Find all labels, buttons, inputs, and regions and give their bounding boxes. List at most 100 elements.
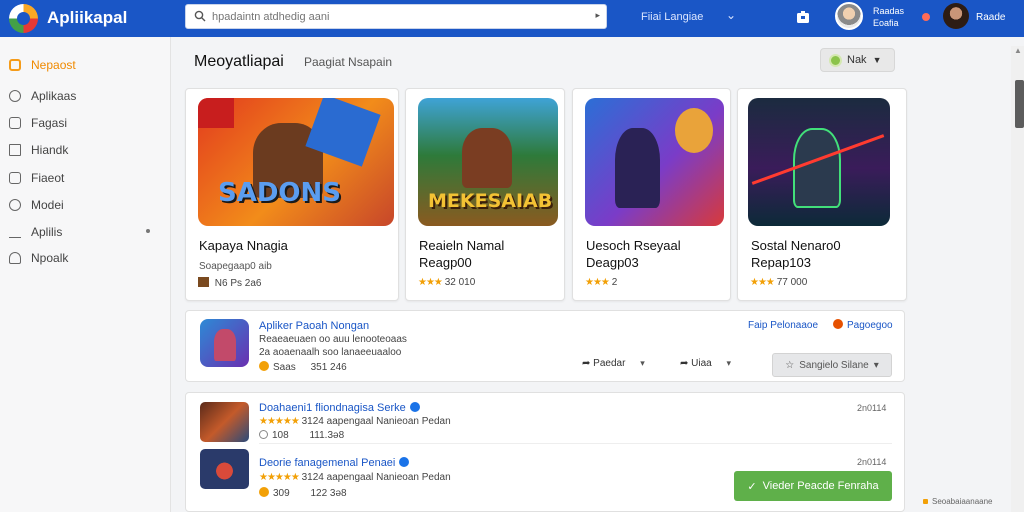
install-button[interactable]: ✓ Vieder Peacde Fenraha xyxy=(734,471,892,501)
search-icon xyxy=(9,199,21,211)
featured-app-title[interactable]: Apliker Paoah Nongan xyxy=(259,320,369,332)
star-rating-icon: ★★★★★ xyxy=(259,472,300,483)
notification-badge[interactable] xyxy=(922,13,930,21)
app-rating: ★★★ 32 010 xyxy=(418,277,475,288)
sidebar-item-category[interactable]: Nepaost xyxy=(0,54,171,76)
search-input[interactable] xyxy=(212,8,582,26)
sidebar: Nepaost Aplikaas Fagasi Hiandk Fiaeot Mo… xyxy=(0,37,171,512)
app-meta: Soapegaap0 aib xyxy=(199,261,272,272)
avatar[interactable] xyxy=(835,2,863,30)
search-box[interactable]: ▸ xyxy=(185,4,607,29)
list-app-title[interactable]: Deorie fanagemenal Penaei xyxy=(259,457,410,469)
app-title[interactable]: Sostal Nenaro0 xyxy=(751,238,841,253)
app-thumbnail[interactable] xyxy=(200,319,249,367)
search-caret-icon[interactable]: ▸ xyxy=(595,10,600,21)
category-icon xyxy=(833,319,843,329)
app-list: Doahaeni1 fliondnagisa Serke ★★★★★ 3124 … xyxy=(185,392,905,512)
app-artwork[interactable] xyxy=(748,98,890,226)
verified-icon xyxy=(409,402,420,412)
user-icon xyxy=(9,252,21,264)
sidebar-item-label: Modei xyxy=(31,198,64,212)
featured-app-desc: 2a aoaenaalh soo lanaeeuaaloo xyxy=(259,347,402,358)
install-button-label: Vieder Peacde Fenraha xyxy=(762,480,879,492)
list-app-rating: ★★★★★ 3124 aapengaal Nanieoan Pedan xyxy=(259,472,451,483)
rating-value: 2 xyxy=(611,277,618,288)
stat-a: Saas xyxy=(273,362,296,373)
app-thumbnail[interactable] xyxy=(200,402,249,442)
app-title[interactable]: Uesoch Rseyaal xyxy=(586,238,681,253)
sidebar-item-apps[interactable]: Aplikaas xyxy=(0,85,171,107)
upload-icon xyxy=(9,226,21,238)
list-app-stats: 108 111.3ə8 xyxy=(259,430,344,441)
character-figure xyxy=(793,128,841,208)
star-rating-icon: ★★★ xyxy=(750,277,775,288)
verified-icon xyxy=(399,457,410,467)
main-header: Meoyatliapai Paagiat Nsapain Nak ▼ xyxy=(171,37,1024,84)
sidebar-item-label: Npoalk xyxy=(31,251,69,265)
scrollbar-thumb[interactable] xyxy=(1015,80,1024,128)
app-logo-icon[interactable] xyxy=(9,4,38,33)
chevron-down-icon: ▼ xyxy=(872,55,882,65)
sidebar-item-games[interactable]: Fagasi xyxy=(0,112,171,134)
check-icon: ✓ xyxy=(747,480,757,493)
app-title[interactable]: Kapaya Nnagia xyxy=(199,238,288,253)
coin-icon xyxy=(259,487,269,497)
page-title: Meoyatliapai xyxy=(194,53,284,70)
stat-a: 108 xyxy=(272,430,289,441)
secondary-user-name[interactable]: Raade xyxy=(976,12,1005,23)
share-action[interactable]: ➦ Paedar ▾ xyxy=(582,358,645,369)
avatar-secondary[interactable] xyxy=(943,3,969,29)
user-name[interactable]: Raadas Eoafia xyxy=(873,5,904,29)
list-app-title-text: Doahaeni1 fliondnagisa Serke xyxy=(259,402,406,414)
save-button[interactable]: ☆ Sangielo Silane ▾ xyxy=(772,353,892,377)
package-icon[interactable] xyxy=(795,9,811,25)
app-artwork[interactable]: SADONS xyxy=(198,98,394,226)
file-icon xyxy=(9,172,21,184)
app-logo-text[interactable]: Apliikapal xyxy=(47,8,127,28)
page-subtitle: Paagiat Nsapain xyxy=(304,55,393,69)
app-artwork[interactable] xyxy=(585,98,724,226)
footnote-text: Seoabaiaanaane xyxy=(932,497,993,506)
star-rating-icon: ★★★ xyxy=(585,277,610,288)
chevron-down-icon[interactable]: ⌄ xyxy=(726,8,736,22)
character-figure xyxy=(462,128,512,188)
sidebar-item-books[interactable]: Hiandk xyxy=(0,139,171,161)
sidebar-item-label: Hiandk xyxy=(31,143,69,157)
sidebar-item-search[interactable]: Modei xyxy=(0,194,171,216)
featured-app-row[interactable]: Apliker Paoah Nongan Reaeaeuaen oo auu l… xyxy=(185,310,905,382)
chevron-down-icon: ▾ xyxy=(640,358,645,368)
user-name-line1: Raadas xyxy=(873,6,905,16)
app-subtitle: Repap103 xyxy=(751,255,811,270)
footnote-icon xyxy=(923,499,928,504)
app-thumbnail[interactable] xyxy=(200,449,249,489)
app-rating: N6 Ps 2a6 xyxy=(198,277,261,289)
forward-action[interactable]: ➦ Uiaa ▾ xyxy=(680,358,731,369)
app-card[interactable]: SADONS Kapaya Nnagia Soapegaap0 aib N6 P… xyxy=(185,88,399,301)
action-label: Uiaa xyxy=(691,358,712,369)
game-title-art: SADONS xyxy=(218,178,342,208)
app-card[interactable]: Uesoch Rseyaal Deagp03 ★★★ 2 xyxy=(572,88,731,301)
category-link[interactable]: Pagoegoo xyxy=(833,319,893,331)
featured-app-desc: Reaeaeuaen oo auu lenooteoaas xyxy=(259,334,407,345)
app-artwork[interactable]: MEKESAIAB xyxy=(418,98,558,226)
indicator-dot xyxy=(146,229,150,233)
language-selector[interactable]: Fiiai Langiae xyxy=(641,11,703,23)
app-card[interactable]: Sostal Nenaro0 Repap103 ★★★ 77 000 xyxy=(737,88,907,301)
app-title[interactable]: Reaieln Namal xyxy=(419,238,504,253)
action-label: Paedar xyxy=(593,358,626,369)
list-app-title[interactable]: Doahaeni1 fliondnagisa Serke xyxy=(259,402,420,414)
sidebar-item-profile[interactable]: Npoalk xyxy=(0,247,171,269)
sidebar-item-label: Aplikaas xyxy=(31,89,77,103)
search-icon xyxy=(194,10,206,22)
developer-link[interactable]: Faip Pelonaaoe xyxy=(748,320,818,331)
stat-b: 351 246 xyxy=(310,362,347,373)
sidebar-item-files[interactable]: Fiaeot xyxy=(0,167,171,189)
filter-dropdown[interactable]: Nak ▼ xyxy=(820,48,895,72)
app-subtitle: Deagp03 xyxy=(586,255,639,270)
list-app-rating: ★★★★★ 3124 aapengaal Nanieoan Pedan xyxy=(259,416,451,427)
sidebar-item-label: Fagasi xyxy=(31,116,68,130)
list-app-date: 2n0114 xyxy=(857,457,887,467)
app-card[interactable]: MEKESAIAB Reaieln Namal Reagp00 ★★★ 32 0… xyxy=(405,88,565,301)
app-rating: ★★★ 77 000 xyxy=(750,277,807,288)
scroll-up-icon[interactable]: ▲ xyxy=(1014,46,1022,55)
